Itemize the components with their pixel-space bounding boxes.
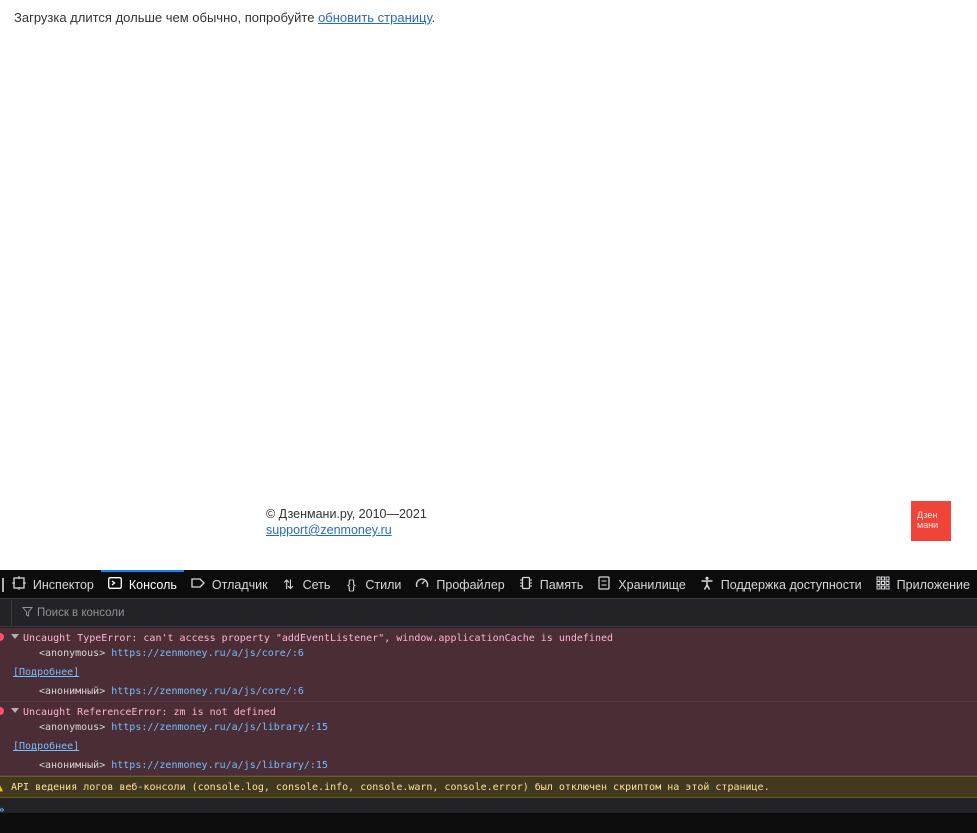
reload-page-link[interactable]: обновить страницу xyxy=(318,10,432,25)
expand-toggle-icon[interactable] xyxy=(11,634,19,639)
stack-frame: <anonymous> https://zenmoney.ru/a/js/libr… xyxy=(23,720,977,735)
page-content: Загрузка длится дольше чем обычно, попро… xyxy=(0,0,977,570)
profiler-icon xyxy=(414,576,430,593)
frame-function: <anonymous> xyxy=(39,722,106,733)
tab-accessibility[interactable]: Поддержка доступности xyxy=(693,570,869,598)
footer-copyright: © Дзенмани.ру, 2010—2021 xyxy=(266,507,427,521)
logo-line-2: мани xyxy=(917,520,939,530)
frame-source-link[interactable]: https://zenmoney.ru/a/js/core/:6 xyxy=(111,648,304,659)
clear-console-edge[interactable] xyxy=(0,599,12,627)
tab-label: Память xyxy=(539,577,584,592)
memory-icon xyxy=(518,576,534,593)
tab-label: Хранилище xyxy=(618,577,686,592)
tab-label: Профайлер xyxy=(436,577,505,592)
tab-application[interactable]: Приложение xyxy=(869,570,977,598)
loading-message: Загрузка длится дольше чем обычно, попро… xyxy=(14,10,435,25)
frame-function: <анонимный> xyxy=(39,686,106,697)
frame-source-link[interactable]: https://zenmoney.ru/a/js/library/:15 xyxy=(111,760,328,771)
tab-inspector[interactable]: Инспектор xyxy=(5,570,101,598)
tab-style-editor[interactable]: {} Стили xyxy=(337,570,408,598)
stack-frame: <anonymous> https://zenmoney.ru/a/js/core… xyxy=(23,646,977,661)
tab-console[interactable]: Консоль xyxy=(100,570,184,598)
page-footer: © Дзенмани.ру, 2010—2021 support@zenmone… xyxy=(266,506,427,538)
tab-profiler[interactable]: Профайлер xyxy=(408,570,511,598)
loading-suffix: . xyxy=(431,10,436,25)
tab-label: Консоль xyxy=(128,577,177,592)
learn-more-link[interactable]: [Подробнее] xyxy=(13,667,79,678)
warning-icon: ▲ xyxy=(0,783,4,794)
expand-toggle-icon[interactable] xyxy=(11,708,19,713)
inspector-icon xyxy=(11,576,27,593)
warning-text[interactable]: API ведения логов веб-консоли (console.l… xyxy=(11,782,770,793)
debugger-icon xyxy=(190,576,206,593)
tab-label: Стили xyxy=(365,577,402,592)
console-error-message: Uncaught TypeError: can't access propert… xyxy=(0,628,977,702)
console-output: Uncaught TypeError: can't access propert… xyxy=(0,628,977,824)
devtools-bottom-area xyxy=(0,813,977,833)
style-editor-icon: {} xyxy=(347,577,356,592)
frame-function: <anonymous> xyxy=(39,648,106,659)
frame-source-link[interactable]: https://zenmoney.ru/a/js/library/:15 xyxy=(111,722,328,733)
console-warning-message: ▲ API ведения логов веб-консоли (console… xyxy=(0,776,977,798)
frame-source-link[interactable]: https://zenmoney.ru/a/js/core/:6 xyxy=(111,686,304,697)
learn-more-row: [Подробнее] xyxy=(13,665,977,680)
loading-text: Загрузка длится дольше чем обычно, попро… xyxy=(14,10,319,25)
error-icon xyxy=(0,633,4,641)
console-filter-input[interactable] xyxy=(37,607,337,619)
storage-icon xyxy=(596,576,612,593)
stack-frame: <анонимный> https://zenmoney.ru/a/js/libr… xyxy=(23,758,977,773)
console-error-message: Uncaught ReferenceError: zm is not defin… xyxy=(0,702,977,776)
devtools-panel: Инспектор Консоль Отладчик ⇅ Сеть {} Сти… xyxy=(0,570,977,833)
accessibility-icon xyxy=(699,576,715,593)
learn-more-link[interactable]: [Подробнее] xyxy=(13,741,79,752)
tab-storage[interactable]: Хранилище xyxy=(590,570,693,598)
error-text[interactable]: Uncaught TypeError: can't access propert… xyxy=(23,631,977,646)
console-icon xyxy=(107,576,123,593)
tab-memory[interactable]: Память xyxy=(512,570,591,598)
tab-label: Инспектор xyxy=(32,577,94,592)
devtools-tabbar: Инспектор Консоль Отладчик ⇅ Сеть {} Сти… xyxy=(0,570,977,599)
error-text[interactable]: Uncaught ReferenceError: zm is not defin… xyxy=(23,705,977,720)
tab-label: Сеть xyxy=(302,577,331,592)
tab-label: Приложение xyxy=(896,577,970,592)
error-icon xyxy=(0,707,4,715)
network-icon: ⇅ xyxy=(283,576,295,592)
tab-label: Поддержка доступности xyxy=(720,577,862,592)
support-email-link[interactable]: support@zenmoney.ru xyxy=(266,523,392,537)
tab-network[interactable]: ⇅ Сеть xyxy=(275,570,338,598)
logo-line-1: Дзен xyxy=(917,510,938,520)
zenmoney-logo: Дзен мани xyxy=(911,501,951,541)
console-filterbar xyxy=(0,599,977,627)
tab-label: Отладчик xyxy=(211,577,268,592)
stack-frame: <анонимный> https://zenmoney.ru/a/js/core… xyxy=(23,684,977,699)
frame-function: <анонимный> xyxy=(39,760,106,771)
application-icon xyxy=(875,576,891,593)
tab-debugger[interactable]: Отладчик xyxy=(184,570,275,598)
learn-more-row: [Подробнее] xyxy=(13,739,977,754)
filter-icon xyxy=(21,606,34,620)
